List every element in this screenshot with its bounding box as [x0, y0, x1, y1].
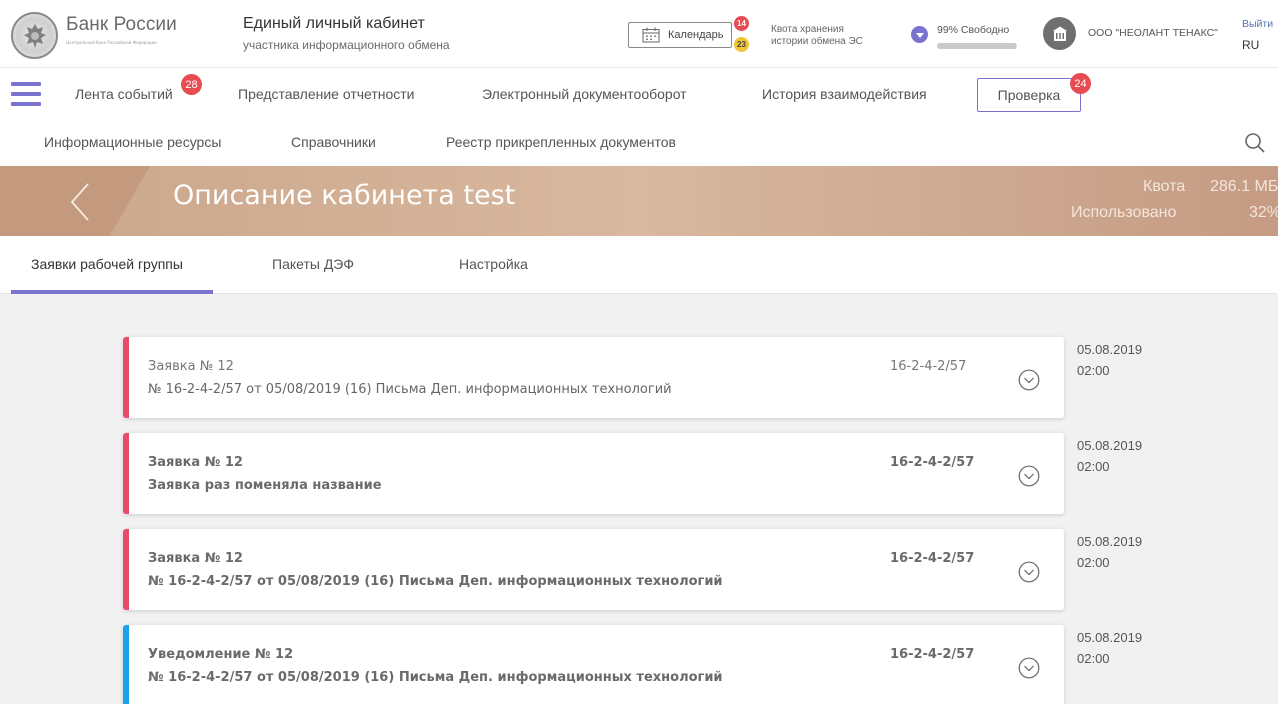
request-date: 05.08.2019: [1077, 438, 1143, 453]
bank-subtitle: Центральный банк Российской Федерации: [66, 40, 157, 45]
calendar-icon: [642, 27, 660, 43]
banner-title: Описание кабинета test: [173, 180, 516, 211]
back-arrow-icon[interactable]: [64, 182, 96, 222]
request-description: № 16-2-4-2/57 от 05/08/2019 (16) Письма …: [148, 574, 723, 589]
banner-quota-label: Квота: [1143, 178, 1186, 195]
tab-settings[interactable]: Настройка: [459, 256, 528, 272]
request-card[interactable]: Заявка № 12 № 16-2-4-2/57 от 05/08/2019 …: [123, 529, 1064, 610]
menu-icon[interactable]: [11, 82, 41, 106]
status-stripe: [123, 433, 129, 514]
request-title: Уведомление № 12: [148, 647, 294, 662]
cabinet-subtitle: участника информационного обмена: [243, 38, 450, 52]
request-time: 02:00: [1077, 459, 1110, 474]
storage-quota-line1: Квота хранения: [771, 24, 844, 35]
expand-chevron-icon[interactable]: [1018, 465, 1040, 487]
nav-event-feed[interactable]: Лента событий: [75, 86, 173, 102]
request-card[interactable]: Заявка № 12 Заявка раз поменяла название…: [123, 433, 1064, 514]
free-space-label: 99% Свободно: [937, 24, 1010, 36]
banner-used-value: 32%: [1249, 204, 1278, 221]
request-description: № 16-2-4-2/57 от 05/08/2019 (16) Письма …: [148, 382, 672, 397]
event-feed-badge: 28: [181, 74, 202, 95]
logout-link[interactable]: Выйти: [1242, 18, 1273, 30]
organization-icon[interactable]: [1043, 17, 1076, 50]
nav-info-resources[interactable]: Информационные ресурсы: [44, 134, 221, 150]
banner-quota-value: 286.1 МБ: [1210, 178, 1278, 195]
request-number: 16-2-4-2/57: [890, 455, 975, 470]
expand-chevron-icon[interactable]: [1018, 369, 1040, 391]
cabinet-banner: Описание кабинета test Квота 286.1 МБ Ис…: [0, 166, 1278, 236]
bank-name[interactable]: Банк России: [66, 14, 177, 36]
status-stripe: [123, 529, 129, 610]
calendar-badge-red: 14: [734, 16, 749, 31]
active-tab-indicator: [11, 290, 213, 294]
status-stripe: [123, 625, 129, 704]
request-title: Заявка № 12: [148, 359, 234, 374]
request-card[interactable]: Уведомление № 12 № 16-2-4-2/57 от 05/08/…: [123, 625, 1064, 704]
check-badge: 24: [1070, 73, 1091, 94]
free-space-bar: [937, 43, 1017, 49]
request-title: Заявка № 12: [148, 455, 243, 470]
request-title: Заявка № 12: [148, 551, 243, 566]
request-time: 02:00: [1077, 651, 1110, 666]
request-date: 05.08.2019: [1077, 630, 1143, 645]
tab-def-packages[interactable]: Пакеты ДЭФ: [272, 256, 354, 272]
request-number: 16-2-4-2/57: [890, 551, 975, 566]
request-datetime: 05.08.2019 02:00: [1077, 339, 1142, 381]
status-stripe: [123, 337, 129, 418]
top-header: Банк России Центральный банк Российской …: [0, 0, 1278, 68]
request-datetime: 05.08.2019 02:00: [1077, 531, 1142, 573]
nav-document-flow[interactable]: Электронный документооборот: [482, 86, 687, 102]
nav-check-button[interactable]: Проверка: [977, 78, 1081, 112]
request-description: Заявка раз поменяла название: [148, 478, 382, 493]
request-time: 02:00: [1077, 363, 1110, 378]
language-switch[interactable]: RU: [1242, 38, 1259, 52]
request-date: 05.08.2019: [1077, 534, 1143, 549]
request-number: 16-2-4-2/57: [890, 647, 975, 662]
nav-attached-docs-registry[interactable]: Реестр прикрепленных документов: [446, 134, 676, 150]
storage-quota-label: Квота хранения истории обмена ЭС: [771, 24, 863, 48]
nav-interaction-history[interactable]: История взаимодействия: [762, 86, 927, 102]
storage-quota-line2: истории обмена ЭС: [771, 36, 863, 47]
nav-reporting[interactable]: Представление отчетности: [238, 86, 415, 102]
search-icon[interactable]: [1244, 132, 1266, 154]
request-date: 05.08.2019: [1077, 342, 1143, 357]
request-datetime: 05.08.2019 02:00: [1077, 435, 1142, 477]
free-space-bar-fill: [937, 43, 1017, 49]
request-datetime: 05.08.2019 02:00: [1077, 627, 1142, 669]
request-number: 16-2-4-2/57: [890, 359, 967, 374]
quota-dropdown-icon[interactable]: [911, 26, 928, 43]
request-time: 02:00: [1077, 555, 1110, 570]
nav-directories[interactable]: Справочники: [291, 134, 376, 150]
calendar-label: Календарь: [668, 29, 724, 41]
request-card[interactable]: Заявка № 12 № 16-2-4-2/57 от 05/08/2019 …: [123, 337, 1064, 418]
request-description: № 16-2-4-2/57 от 05/08/2019 (16) Письма …: [148, 670, 723, 685]
expand-chevron-icon[interactable]: [1018, 561, 1040, 583]
expand-chevron-icon[interactable]: [1018, 657, 1040, 679]
calendar-button[interactable]: Календарь: [628, 22, 732, 48]
request-list: Заявка № 12 № 16-2-4-2/57 от 05/08/2019 …: [0, 295, 1278, 704]
tab-working-group-requests[interactable]: Заявки рабочей группы: [31, 256, 183, 272]
cabinet-title: Единый личный кабинет: [243, 15, 425, 32]
calendar-badge-yellow: 23: [734, 37, 749, 52]
banner-used-label: Использовано: [1071, 204, 1177, 221]
bank-emblem-icon[interactable]: [11, 12, 58, 59]
organization-name[interactable]: ООО "НЕОЛАНТ ТЕНАКС": [1088, 27, 1218, 39]
tab-bar: Заявки рабочей группы Пакеты ДЭФ Настрой…: [0, 236, 1278, 294]
